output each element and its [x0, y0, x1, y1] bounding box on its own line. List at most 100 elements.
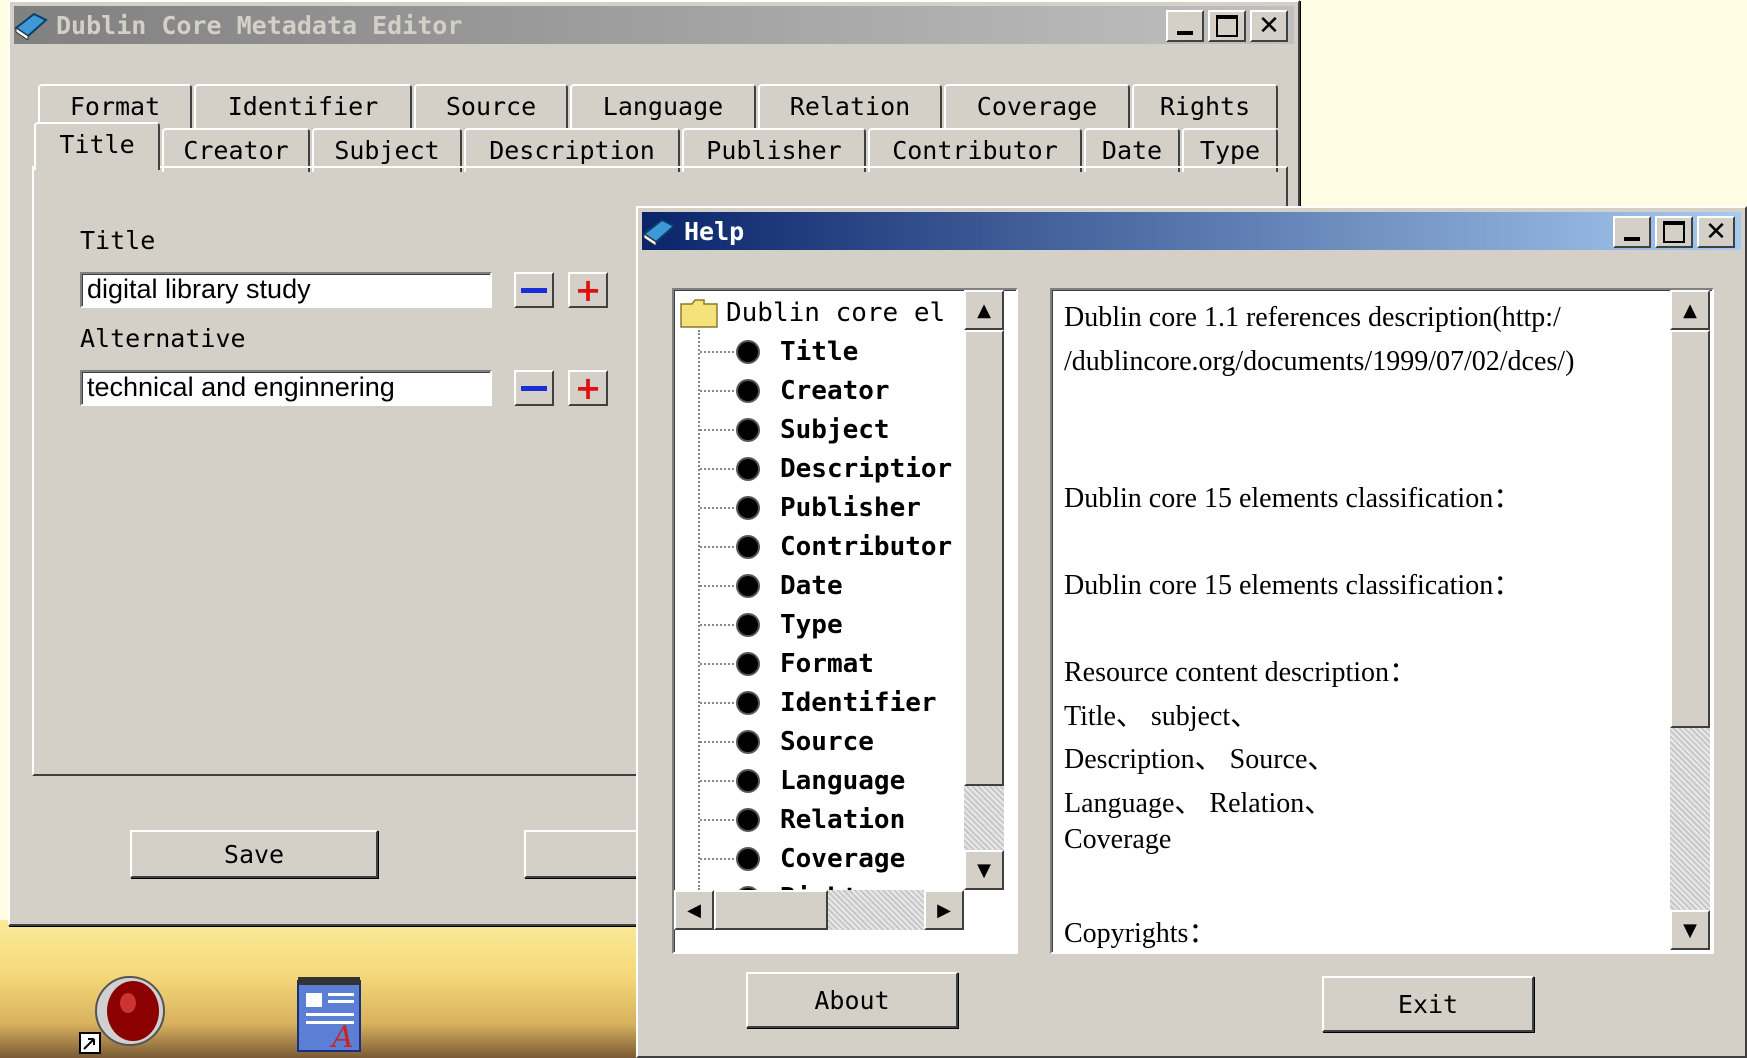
tree-item-date[interactable]: Date: [700, 567, 843, 605]
tree-scroll-right-button[interactable]: ▶: [924, 890, 964, 930]
minus-icon: [521, 287, 547, 293]
add-alternative-button[interactable]: +: [568, 370, 608, 406]
wordpad-document-icon[interactable]: A: [294, 975, 368, 1053]
help-title: Help: [684, 216, 745, 246]
tree-item-title[interactable]: Title: [700, 333, 858, 371]
tree-connector: [700, 351, 734, 353]
tree-connector: [700, 741, 734, 743]
tree-item-relation[interactable]: Relation: [700, 801, 905, 839]
svg-text:A: A: [329, 1020, 354, 1053]
minimize-button[interactable]: [1166, 10, 1204, 42]
tab-rights[interactable]: Rights: [1132, 84, 1278, 128]
close-button[interactable]: ✕: [1250, 10, 1288, 42]
help-text-line: Dublin core 15 elements classification：: [1064, 570, 1522, 601]
exit-button[interactable]: Exit: [1322, 976, 1534, 1032]
tab-coverage[interactable]: Coverage: [944, 84, 1130, 128]
tree-item-language[interactable]: Language: [700, 762, 905, 800]
tab-identifier[interactable]: Identifier: [194, 84, 412, 128]
tree-item-source[interactable]: Source: [700, 723, 874, 761]
tree-item-label: Identifier: [780, 688, 937, 718]
help-text-line: Language、 Relation、: [1064, 787, 1333, 819]
help-text-line: Dublin core 15 elements classification：: [1064, 483, 1522, 514]
tree-connector: [700, 507, 734, 509]
content-scroll-up-button[interactable]: ▲: [1670, 290, 1710, 330]
tree-scroll-left-button[interactable]: ◀: [674, 890, 714, 930]
minimize-button[interactable]: [1613, 216, 1651, 248]
plus-icon: +: [574, 271, 602, 309]
content-scroll-track[interactable]: [1670, 728, 1710, 910]
help-title-bar[interactable]: Help ✕: [642, 212, 1741, 250]
alternative-input[interactable]: technical and enginnering: [80, 370, 492, 406]
tree-connector: [700, 624, 734, 626]
tree-connector: [700, 468, 734, 470]
content-scroll-thumb[interactable]: [1670, 330, 1710, 728]
help-text-area: Dublin core 1.1 references description(h…: [1052, 290, 1662, 950]
editor-title: Dublin Core Metadata Editor: [56, 10, 463, 40]
bullet-icon: [738, 810, 758, 830]
bullet-icon: [738, 654, 758, 674]
tree-root-label: Dublin core el: [726, 298, 946, 328]
bullet-icon: [738, 576, 758, 596]
tab-relation[interactable]: Relation: [758, 84, 942, 128]
tree-scroll-thumb[interactable]: [964, 330, 1004, 786]
minimize-icon: [1177, 31, 1193, 35]
tree-item-subject[interactable]: Subject: [700, 411, 890, 449]
content-scroll-down-button[interactable]: ▼: [1670, 910, 1710, 950]
remove-alternative-button[interactable]: [514, 370, 554, 406]
help-text-line: Description、 Source、: [1064, 744, 1336, 775]
folder-icon: [680, 299, 718, 328]
close-icon: ✕: [1258, 11, 1280, 41]
tab-source[interactable]: Source: [414, 84, 568, 128]
tree-item-identifier[interactable]: Identifier: [700, 684, 937, 722]
tree-connector: [700, 585, 734, 587]
remove-title-button[interactable]: [514, 272, 554, 308]
tree-connector: [700, 858, 734, 860]
alternative-label: Alternative: [80, 324, 246, 353]
bullet-icon: [738, 771, 758, 791]
tree-hscroll-thumb[interactable]: [714, 890, 828, 930]
tree-item-rights[interactable]: Rights: [700, 879, 874, 890]
tree-item-type[interactable]: Type: [700, 606, 843, 644]
topic-tree[interactable]: Dublin core el Title Creator Subject Descri…: [672, 288, 1018, 954]
tree-connector: [700, 429, 734, 431]
tab-title[interactable]: Title: [34, 122, 160, 170]
tree-item-creator[interactable]: Creator: [700, 372, 890, 410]
maximize-button[interactable]: [1655, 216, 1693, 248]
help-content[interactable]: Dublin core 1.1 references description(h…: [1050, 288, 1714, 954]
tree-item-label: Creator: [780, 376, 890, 406]
about-button[interactable]: About: [746, 972, 958, 1028]
tree-item-coverage[interactable]: Coverage: [700, 840, 905, 878]
tree-item-contributor[interactable]: Contributor: [700, 528, 952, 566]
editor-title-bar[interactable]: Dublin Core Metadata Editor ✕: [14, 6, 1294, 44]
tree-scroll-down-button[interactable]: ▼: [964, 850, 1004, 890]
save-button[interactable]: Save: [130, 830, 378, 878]
tree-item-format[interactable]: Format: [700, 645, 874, 683]
tree-scroll-up-button[interactable]: ▲: [964, 290, 1004, 330]
editor-window-controls: ✕: [1162, 10, 1288, 42]
tree-item-publisher[interactable]: Publisher: [700, 489, 921, 527]
tree-connector: [700, 780, 734, 782]
tree-item-label: Rights: [780, 883, 874, 890]
help-text-line: Title、 subject、: [1064, 700, 1259, 732]
microphone-shortcut-icon[interactable]: [78, 975, 168, 1055]
add-title-button[interactable]: +: [568, 272, 608, 308]
tree-connector: [700, 819, 734, 821]
help-window-controls: ✕: [1609, 216, 1735, 248]
close-button[interactable]: ✕: [1697, 216, 1735, 248]
tree-scroll-track[interactable]: [964, 786, 1004, 850]
tree-item-descriptior[interactable]: Descriptior: [700, 450, 952, 488]
tree-item-label: Date: [780, 571, 843, 601]
tree-root[interactable]: Dublin core el: [680, 294, 945, 332]
bullet-icon: [738, 342, 758, 362]
title-input[interactable]: digital library study: [80, 272, 492, 308]
tree-item-label: Type: [780, 610, 843, 640]
bullet-icon: [738, 615, 758, 635]
bullet-icon: [738, 459, 758, 479]
tree-connector: [700, 663, 734, 665]
tree-item-label: Relation: [780, 805, 906, 835]
bullet-icon: [738, 693, 758, 713]
tree-hscroll-track[interactable]: [828, 890, 924, 930]
tab-language[interactable]: Language: [570, 84, 756, 128]
bullet-icon: [738, 420, 758, 440]
maximize-button[interactable]: [1208, 10, 1246, 42]
